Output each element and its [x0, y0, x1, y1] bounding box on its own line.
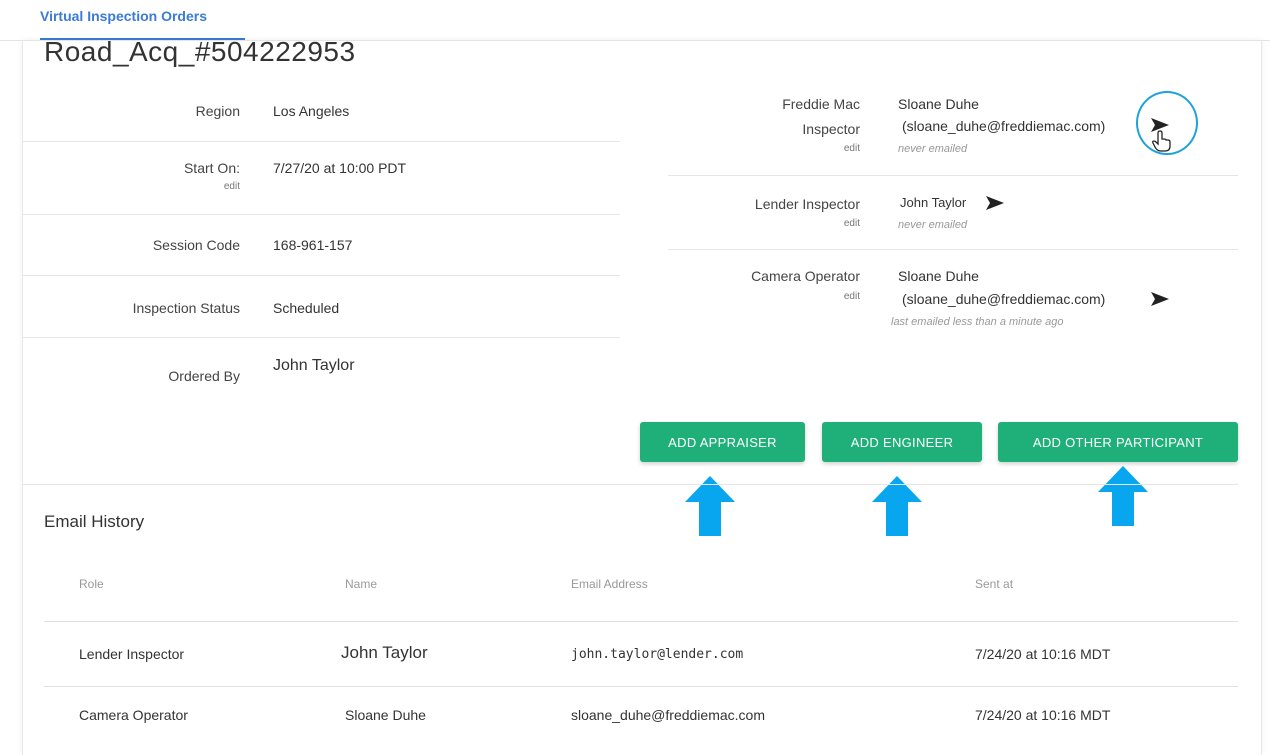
freddie-mac-inspector-status: never emailed: [898, 143, 968, 155]
ordered-by-value: John Taylor: [273, 357, 355, 374]
camera-operator-status: last emailed less than a minute ago: [891, 316, 1064, 328]
add-other-participant-button[interactable]: ADD OTHER PARTICIPANT: [998, 422, 1238, 462]
divider: [22, 275, 620, 276]
row-name: John Taylor: [341, 643, 428, 662]
up-arrow-icon: [685, 476, 735, 536]
send-icon[interactable]: [985, 195, 1005, 211]
ordered-by-label: Ordered By: [168, 368, 240, 384]
top-bar: Virtual Inspection Orders: [0, 0, 1270, 41]
row-email: sloane_duhe@freddiemac.com: [571, 707, 765, 723]
lender-inspector-label: Lender Inspector: [754, 196, 860, 212]
freddie-mac-inspector-label-line2: Inspector: [802, 121, 860, 137]
column-header-role: Role: [79, 577, 104, 591]
row-name: Sloane Duhe: [345, 707, 426, 723]
start-on-label: Start On:: [183, 160, 240, 176]
freddie-mac-inspector-email: (sloane_duhe@freddiemac.com): [902, 118, 1106, 134]
inspection-status-value: Scheduled: [273, 300, 340, 316]
divider: [22, 141, 620, 142]
up-arrow-icon: [872, 476, 922, 536]
table-divider: [44, 621, 1238, 622]
column-header-email: Email Address: [571, 577, 648, 591]
divider: [668, 249, 1238, 250]
divider: [22, 214, 620, 215]
email-history-title: Email History: [44, 512, 145, 531]
inspection-status-label: Inspection Status: [132, 300, 240, 316]
freddie-mac-inspector-edit-link[interactable]: edit: [700, 143, 860, 154]
add-appraiser-button[interactable]: ADD APPRAISER: [640, 422, 805, 462]
tab-virtual-inspection-orders[interactable]: Virtual Inspection Orders: [40, 8, 207, 24]
section-divider: [22, 484, 1238, 485]
camera-operator-label: Camera Operator: [751, 268, 860, 284]
column-header-name: Name: [345, 577, 378, 591]
row-role: Lender Inspector: [79, 646, 185, 662]
send-icon[interactable]: [1150, 291, 1170, 307]
region-value: Los Angeles: [273, 103, 350, 119]
divider: [668, 175, 1238, 176]
freddie-mac-inspector-name: Sloane Duhe: [898, 96, 979, 112]
camera-operator-email: (sloane_duhe@freddiemac.com): [902, 291, 1106, 307]
column-header-sent-at: Sent at: [975, 577, 1014, 591]
session-code-value: 168-961-157: [273, 237, 353, 253]
start-on-edit-link[interactable]: edit: [100, 181, 240, 192]
lender-inspector-edit-link[interactable]: edit: [700, 218, 860, 229]
row-role: Camera Operator: [79, 707, 188, 723]
lender-inspector-status: never emailed: [898, 219, 968, 231]
camera-operator-name: Sloane Duhe: [898, 268, 979, 284]
region-label: Region: [195, 103, 240, 119]
add-engineer-button[interactable]: ADD ENGINEER: [822, 422, 982, 462]
divider: [22, 337, 620, 338]
row-email: john.taylor@lender.com: [571, 647, 744, 662]
lender-inspector-name: John Taylor: [900, 195, 967, 210]
row-sent-at: 7/24/20 at 10:16 MDT: [975, 646, 1111, 662]
up-arrow-icon: [1098, 466, 1148, 526]
table-divider: [44, 686, 1238, 687]
camera-operator-edit-link[interactable]: edit: [700, 291, 860, 302]
start-on-value: 7/27/20 at 10:00 PDT: [273, 160, 407, 176]
row-sent-at: 7/24/20 at 10:16 MDT: [975, 707, 1111, 723]
session-code-label: Session Code: [152, 237, 240, 253]
page-title: Road_Acq_#504222953: [44, 36, 356, 67]
hand-cursor-icon: [1150, 130, 1174, 152]
freddie-mac-inspector-label-line1: Freddie Mac: [782, 96, 860, 112]
